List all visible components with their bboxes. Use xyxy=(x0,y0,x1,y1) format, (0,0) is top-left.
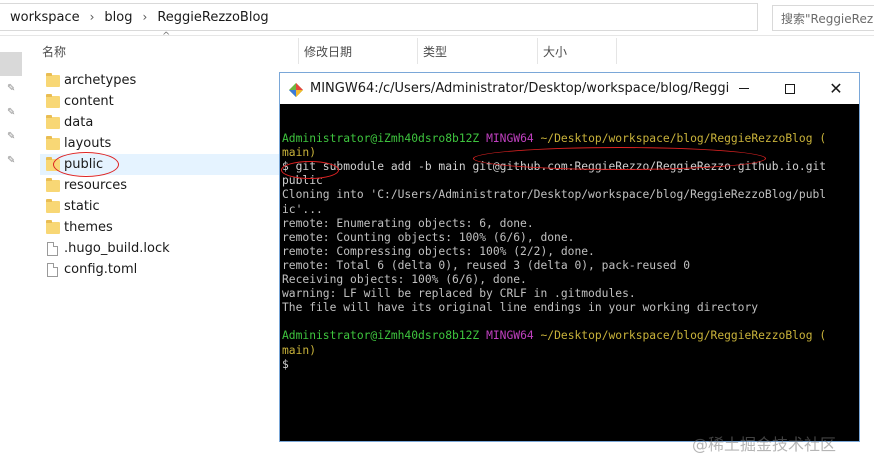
command-repo: git@github.com:ReggieRezzo/ReggieRezzo.g… xyxy=(472,160,827,174)
file-icon xyxy=(47,241,58,256)
output-line: remote: Enumerating objects: 6, done. xyxy=(282,216,534,230)
close-button[interactable]: ✕ xyxy=(813,73,859,104)
command-text: $ git submodule add -b main xyxy=(282,160,473,174)
minimize-button[interactable] xyxy=(721,73,767,104)
breadcrumb[interactable]: workspace › blog › ReggieRezzoBlog xyxy=(0,3,758,31)
search-input[interactable]: 搜索"ReggieRez xyxy=(772,5,874,31)
terminal-titlebar[interactable]: MINGW64:/c/Users/Administrator/Desktop/w… xyxy=(280,73,859,104)
output-line: The file will have its original line end… xyxy=(282,301,759,315)
column-header-type[interactable]: 类型 xyxy=(423,36,447,66)
list-item[interactable]: data xyxy=(40,112,280,133)
minimize-icon xyxy=(739,88,749,89)
list-item-label: .hugo_build.lock xyxy=(64,241,170,256)
terminal-output[interactable]: Administrator@iZmh40dsro8b12Z MINGW64 ~/… xyxy=(282,118,848,372)
column-divider[interactable] xyxy=(616,38,617,64)
folder-icon xyxy=(46,198,60,213)
sort-ascending-icon: ^ xyxy=(162,31,171,42)
list-item[interactable]: static xyxy=(40,196,280,217)
prompt-env: MINGW64 xyxy=(486,132,534,146)
column-header-modified[interactable]: 修改日期 xyxy=(304,36,352,66)
close-icon: ✕ xyxy=(829,78,843,98)
prompt-user: Administrator@iZmh40dsro8b12Z xyxy=(282,132,480,146)
output-line: remote: Total 6 (delta 0), reused 3 (del… xyxy=(282,258,691,272)
folder-icon xyxy=(46,156,60,171)
navigation-pane: ✎ ✎ ✎ ✎ xyxy=(0,36,22,468)
prompt-line: Administrator@iZmh40dsro8b12Z MINGW64 ~/… xyxy=(282,132,826,145)
list-item-label: themes xyxy=(64,220,113,235)
prompt-branch: main) xyxy=(282,146,317,160)
maximize-button[interactable] xyxy=(767,73,813,104)
watermark: @稀土掘金技术社区 xyxy=(692,435,837,454)
column-header-name[interactable]: 名称 xyxy=(42,36,66,66)
column-divider[interactable] xyxy=(417,38,418,64)
list-item[interactable]: config.toml xyxy=(40,259,280,280)
list-item[interactable]: .hugo_build.lock xyxy=(40,238,280,259)
column-header-size[interactable]: 大小 xyxy=(543,36,567,66)
output-line: remote: Counting objects: 100% (6/6), do… xyxy=(282,230,575,244)
file-icon xyxy=(47,262,58,277)
prompt-user: Administrator@iZmh40dsro8b12Z xyxy=(282,329,480,343)
terminal-scrollbar[interactable] xyxy=(848,104,859,441)
list-item-label: static xyxy=(64,199,100,214)
list-item-label: layouts xyxy=(64,136,112,151)
nav-selected-item[interactable] xyxy=(0,52,22,76)
list-item[interactable]: content xyxy=(40,91,280,112)
list-item-label: data xyxy=(64,115,94,130)
terminal-window[interactable]: MINGW64:/c/Users/Administrator/Desktop/w… xyxy=(279,72,860,442)
folder-icon xyxy=(46,93,60,108)
mingw-icon xyxy=(289,82,303,97)
pin-icon[interactable]: ✎ xyxy=(7,84,17,94)
breadcrumb-blog[interactable]: blog xyxy=(104,10,132,25)
output-line: warning: LF will be replaced by CRLF in … xyxy=(282,287,636,301)
output-line: ic'... xyxy=(282,202,323,216)
list-item[interactable]: resources xyxy=(40,175,280,196)
list-item[interactable]: layouts xyxy=(40,133,280,154)
column-divider[interactable] xyxy=(298,38,299,64)
terminal-title: MINGW64:/c/Users/Administrator/Desktop/w… xyxy=(310,81,730,96)
pin-icon[interactable]: ✎ xyxy=(7,156,17,166)
prompt-branch-open: ( xyxy=(819,329,827,343)
folder-icon xyxy=(46,72,60,87)
folder-icon xyxy=(46,114,60,129)
output-line: Cloning into 'C:/Users/Administrator/Des… xyxy=(282,188,827,202)
list-item-label: content xyxy=(64,94,114,109)
prompt-branch: main) xyxy=(282,343,317,357)
chevron-right-icon[interactable]: › xyxy=(90,10,95,24)
folder-icon xyxy=(46,177,60,192)
pin-icon[interactable]: ✎ xyxy=(7,108,17,118)
list-item-label: resources xyxy=(64,178,128,193)
column-divider[interactable] xyxy=(537,38,538,64)
output-line: Receiving objects: 100% (6/6), done. xyxy=(282,273,527,287)
prompt-path: ~/Desktop/workspace/blog/ReggieRezzoBlog xyxy=(540,132,813,146)
list-item-selected[interactable]: public xyxy=(40,154,280,175)
maximize-icon xyxy=(785,83,795,94)
file-list: archetypes content data layouts public r… xyxy=(40,70,280,280)
prompt-branch-open: ( xyxy=(819,132,827,146)
address-bar: workspace › blog › ReggieRezzoBlog 搜索"Re… xyxy=(0,0,874,36)
command-target: public xyxy=(282,174,323,188)
prompt-line: Administrator@iZmh40dsro8b12Z MINGW64 ~/… xyxy=(282,329,826,342)
list-item[interactable]: themes xyxy=(40,217,280,238)
folder-icon xyxy=(46,219,60,234)
breadcrumb-reggierezzoblog[interactable]: ReggieRezzoBlog xyxy=(157,10,268,25)
breadcrumb-workspace[interactable]: workspace xyxy=(10,10,80,25)
prompt-env: MINGW64 xyxy=(486,329,534,343)
list-item-label: public xyxy=(64,157,104,172)
prompt-path: ~/Desktop/workspace/blog/ReggieRezzoBlog xyxy=(540,329,813,343)
list-item-label: archetypes xyxy=(64,73,137,88)
list-item[interactable]: archetypes xyxy=(40,70,280,91)
command-line: $ git submodule add -b main git@github.c… xyxy=(282,160,826,173)
pin-icon[interactable]: ✎ xyxy=(7,132,17,142)
final-prompt: $ xyxy=(282,357,289,371)
folder-icon xyxy=(46,135,60,150)
chevron-right-icon[interactable]: › xyxy=(143,10,148,24)
output-line: remote: Compressing objects: 100% (2/2),… xyxy=(282,244,595,258)
list-item-label: config.toml xyxy=(64,262,138,277)
